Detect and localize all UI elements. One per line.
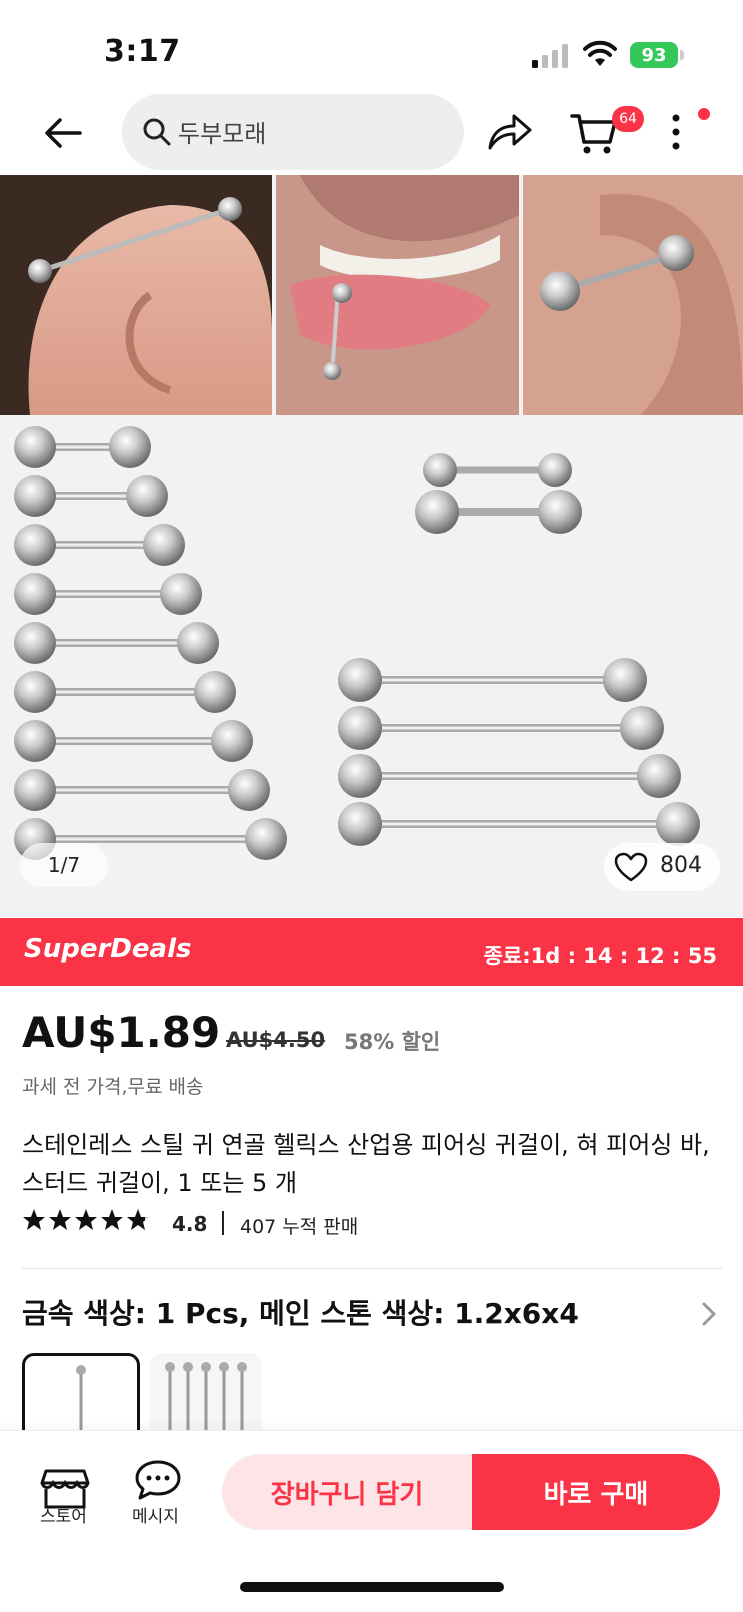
star-icon (23, 1209, 45, 1230)
current-price: AU$1.89 (22, 1008, 221, 1057)
product-image-gallery[interactable] (0, 175, 743, 917)
status-time: 3:17 (104, 34, 181, 69)
heart-icon[interactable] (614, 852, 648, 882)
original-price: AU$4.50 (226, 1028, 326, 1052)
deal-countdown: 종료:1d : 14 : 12 : 55 (483, 944, 717, 968)
divider (22, 1268, 722, 1269)
search-icon (143, 118, 171, 146)
search-input[interactable] (122, 94, 464, 170)
search-placeholder: 두부모래 (178, 120, 267, 148)
sold-count: 407 누적 판매 (240, 1216, 359, 1238)
home-indicator (240, 1582, 504, 1592)
tax-shipping-note: 과세 전 가격,무료 배송 (22, 1076, 204, 1098)
variant-1pc-image (76, 1365, 86, 1436)
buy-now-button[interactable]: 바로 구매 (472, 1454, 720, 1530)
product-title: 스테인레스 스틸 귀 연골 헬릭스 산업용 피어싱 귀걸이, 혀 피어싱 바, … (22, 1131, 710, 1197)
variant-selector-label[interactable]: 금속 색상: 1 Pcs, 메인 스톤 색상: 1.2x6x4 (22, 1292, 579, 1332)
barbell-set-right-short (415, 453, 582, 534)
more-options-icon[interactable] (668, 112, 684, 152)
star-icon (101, 1209, 123, 1230)
wishlist-count: 804 (660, 853, 702, 878)
variant-option-1pc[interactable] (22, 1353, 140, 1436)
star-half-icon (127, 1209, 149, 1230)
superdeals-title: SuperDeals (24, 934, 192, 964)
chevron-right-icon[interactable] (700, 1300, 718, 1328)
product-image (0, 175, 743, 860)
image-counter: 1/7 (20, 843, 108, 887)
variant-option-5pcs[interactable] (150, 1353, 262, 1433)
barbell-set-left (14, 426, 287, 860)
back-arrow-icon[interactable] (40, 110, 86, 156)
add-to-cart-button[interactable]: 장바구니 담기 (222, 1454, 472, 1530)
battery-tip (680, 50, 684, 60)
star-icon (49, 1209, 71, 1230)
notification-dot (698, 108, 710, 120)
share-icon[interactable] (486, 110, 534, 154)
variant-5pcs-image (165, 1362, 247, 1433)
message-icon[interactable] (134, 1458, 182, 1502)
message-label[interactable]: 메시지 (132, 1502, 179, 1527)
rating-separator (222, 1211, 224, 1235)
battery-icon: 93 (630, 42, 678, 68)
barbell-set-right-long (338, 658, 700, 846)
signal-icon (532, 44, 568, 68)
store-label[interactable]: 스토어 (40, 1502, 87, 1527)
rating-stars (22, 1208, 150, 1236)
discount-label: 58% 할인 (344, 1030, 441, 1054)
cart-count-badge: 64 (612, 106, 644, 132)
rating-value: 4.8 (172, 1212, 208, 1236)
star-icon (75, 1209, 97, 1230)
wifi-icon (583, 40, 617, 66)
